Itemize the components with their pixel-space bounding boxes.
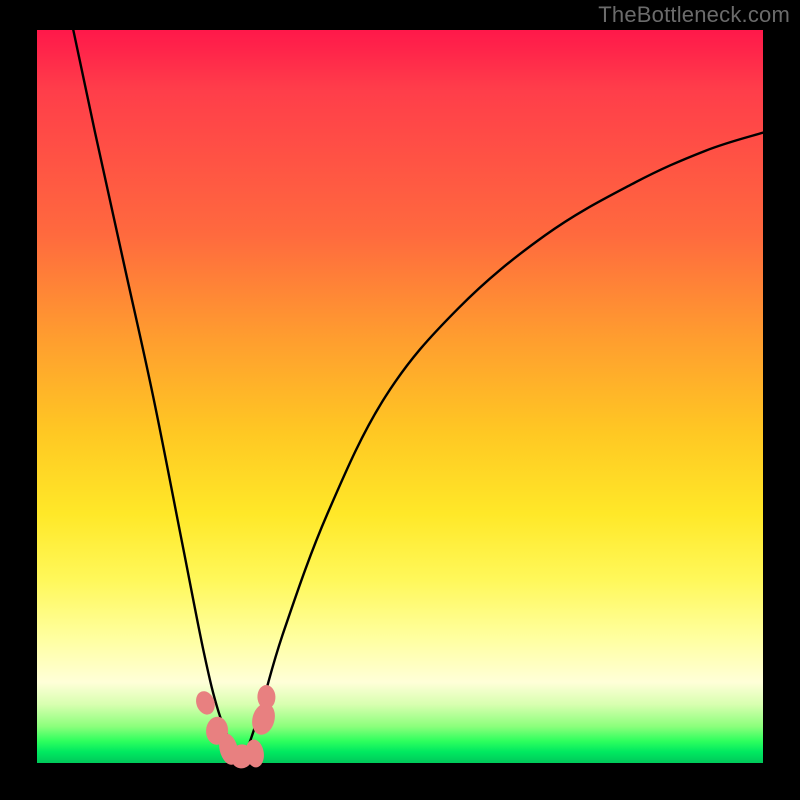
watermark-text: TheBottleneck.com bbox=[598, 2, 790, 28]
trough-markers-group bbox=[193, 685, 278, 770]
plot-area bbox=[37, 30, 763, 763]
curve-layer bbox=[37, 30, 763, 763]
chart-frame: TheBottleneck.com bbox=[0, 0, 800, 800]
bottleneck-curve bbox=[73, 30, 763, 763]
